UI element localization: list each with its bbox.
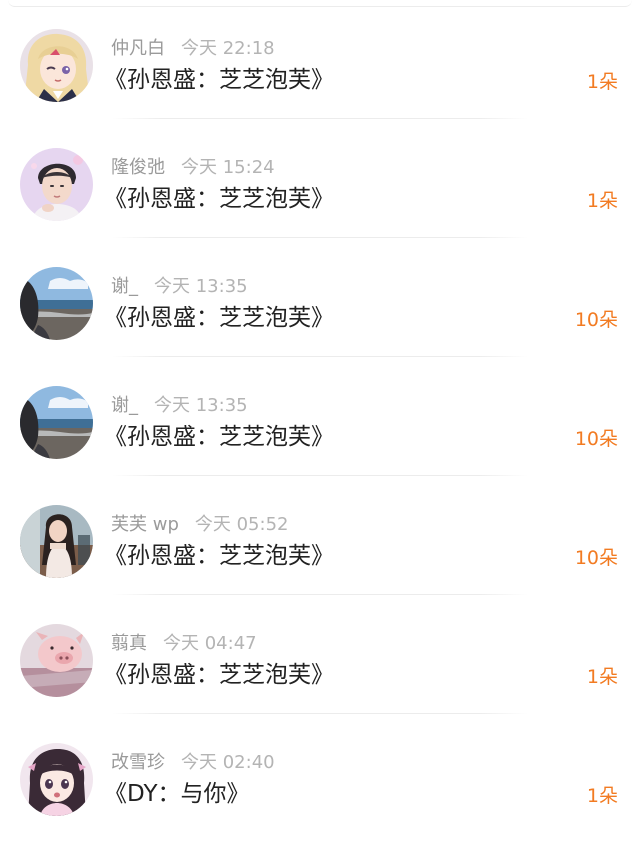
user-name[interactable]: 谢_ xyxy=(111,276,138,297)
list-item[interactable]: 仲凡白 今天 22:18 《孙恩盛：芝芝泡芙》 1朵 xyxy=(0,0,640,119)
seaside-photo-avatar[interactable] xyxy=(20,267,93,340)
list-item[interactable]: 翦真 今天 04:47 《孙恩盛：芝芝泡芙》 1朵 xyxy=(0,595,640,714)
list-item[interactable]: 谢_ 今天 13:35 《孙恩盛：芝芝泡芙》 10朵 xyxy=(0,238,640,357)
song-title: 《孙恩盛：芝芝泡芙》 xyxy=(104,305,334,331)
girl-photo-avatar[interactable] xyxy=(20,505,93,578)
song-title: 《孙恩盛：芝芝泡芙》 xyxy=(104,186,334,212)
list-item[interactable]: 隆俊弛 今天 15:24 《孙恩盛：芝芝泡芙》 1朵 xyxy=(0,119,640,238)
seaside-photo-avatar[interactable] xyxy=(20,386,93,459)
flower-count: 1朵 xyxy=(586,71,618,93)
user-name[interactable]: 翦真 xyxy=(111,633,147,654)
list-item[interactable]: 改雪珍 今天 02:40 《DY：与你》 1朵 xyxy=(0,714,640,833)
list-item[interactable]: 谢_ 今天 13:35 《孙恩盛：芝芝泡芙》 10朵 xyxy=(0,357,640,476)
timestamp: 今天 13:35 xyxy=(154,276,248,297)
pig-photo-avatar[interactable] xyxy=(20,624,93,697)
anime-girl-dark-hair-avatar[interactable] xyxy=(20,743,93,816)
song-title: 《孙恩盛：芝芝泡芙》 xyxy=(104,67,334,93)
item-meta: 改雪珍 今天 02:40 xyxy=(111,751,275,775)
flower-count: 1朵 xyxy=(586,785,618,807)
flower-count: 10朵 xyxy=(574,428,618,450)
item-meta: 翦真 今天 04:47 xyxy=(111,632,257,656)
item-meta: 谢_ 今天 13:35 xyxy=(111,275,248,299)
user-name[interactable]: 改雪珍 xyxy=(111,752,165,773)
song-title: 《孙恩盛：芝芝泡芙》 xyxy=(104,424,334,450)
flower-count: 10朵 xyxy=(574,309,618,331)
item-meta: 隆俊弛 今天 15:24 xyxy=(111,156,275,180)
flower-count: 10朵 xyxy=(574,547,618,569)
flower-count: 1朵 xyxy=(586,666,618,688)
timestamp: 今天 22:18 xyxy=(181,38,275,59)
user-name[interactable]: 隆俊弛 xyxy=(111,157,165,178)
song-title: 《孙恩盛：芝芝泡芙》 xyxy=(104,543,334,569)
song-title: 《孙恩盛：芝芝泡芙》 xyxy=(104,662,334,688)
item-meta: 仲凡白 今天 22:18 xyxy=(111,37,275,61)
user-name[interactable]: 仲凡白 xyxy=(111,38,165,59)
timestamp: 今天 15:24 xyxy=(181,157,275,178)
timestamp: 今天 13:35 xyxy=(154,395,248,416)
item-meta: 谢_ 今天 13:35 xyxy=(111,394,248,418)
user-name[interactable]: 芙芙 wp xyxy=(111,514,179,535)
flower-count: 1朵 xyxy=(586,190,618,212)
user-name[interactable]: 谢_ xyxy=(111,395,138,416)
timestamp: 今天 04:47 xyxy=(163,633,257,654)
young-man-photo-avatar[interactable] xyxy=(20,148,93,221)
anime-girl-blonde-avatar[interactable] xyxy=(20,29,93,102)
song-title: 《DY：与你》 xyxy=(104,781,250,807)
item-meta: 芙芙 wp 今天 05:52 xyxy=(111,513,288,537)
list-item[interactable]: 芙芙 wp 今天 05:52 《孙恩盛：芝芝泡芙》 10朵 xyxy=(0,476,640,595)
timestamp: 今天 05:52 xyxy=(194,514,289,535)
timestamp: 今天 02:40 xyxy=(181,752,275,773)
